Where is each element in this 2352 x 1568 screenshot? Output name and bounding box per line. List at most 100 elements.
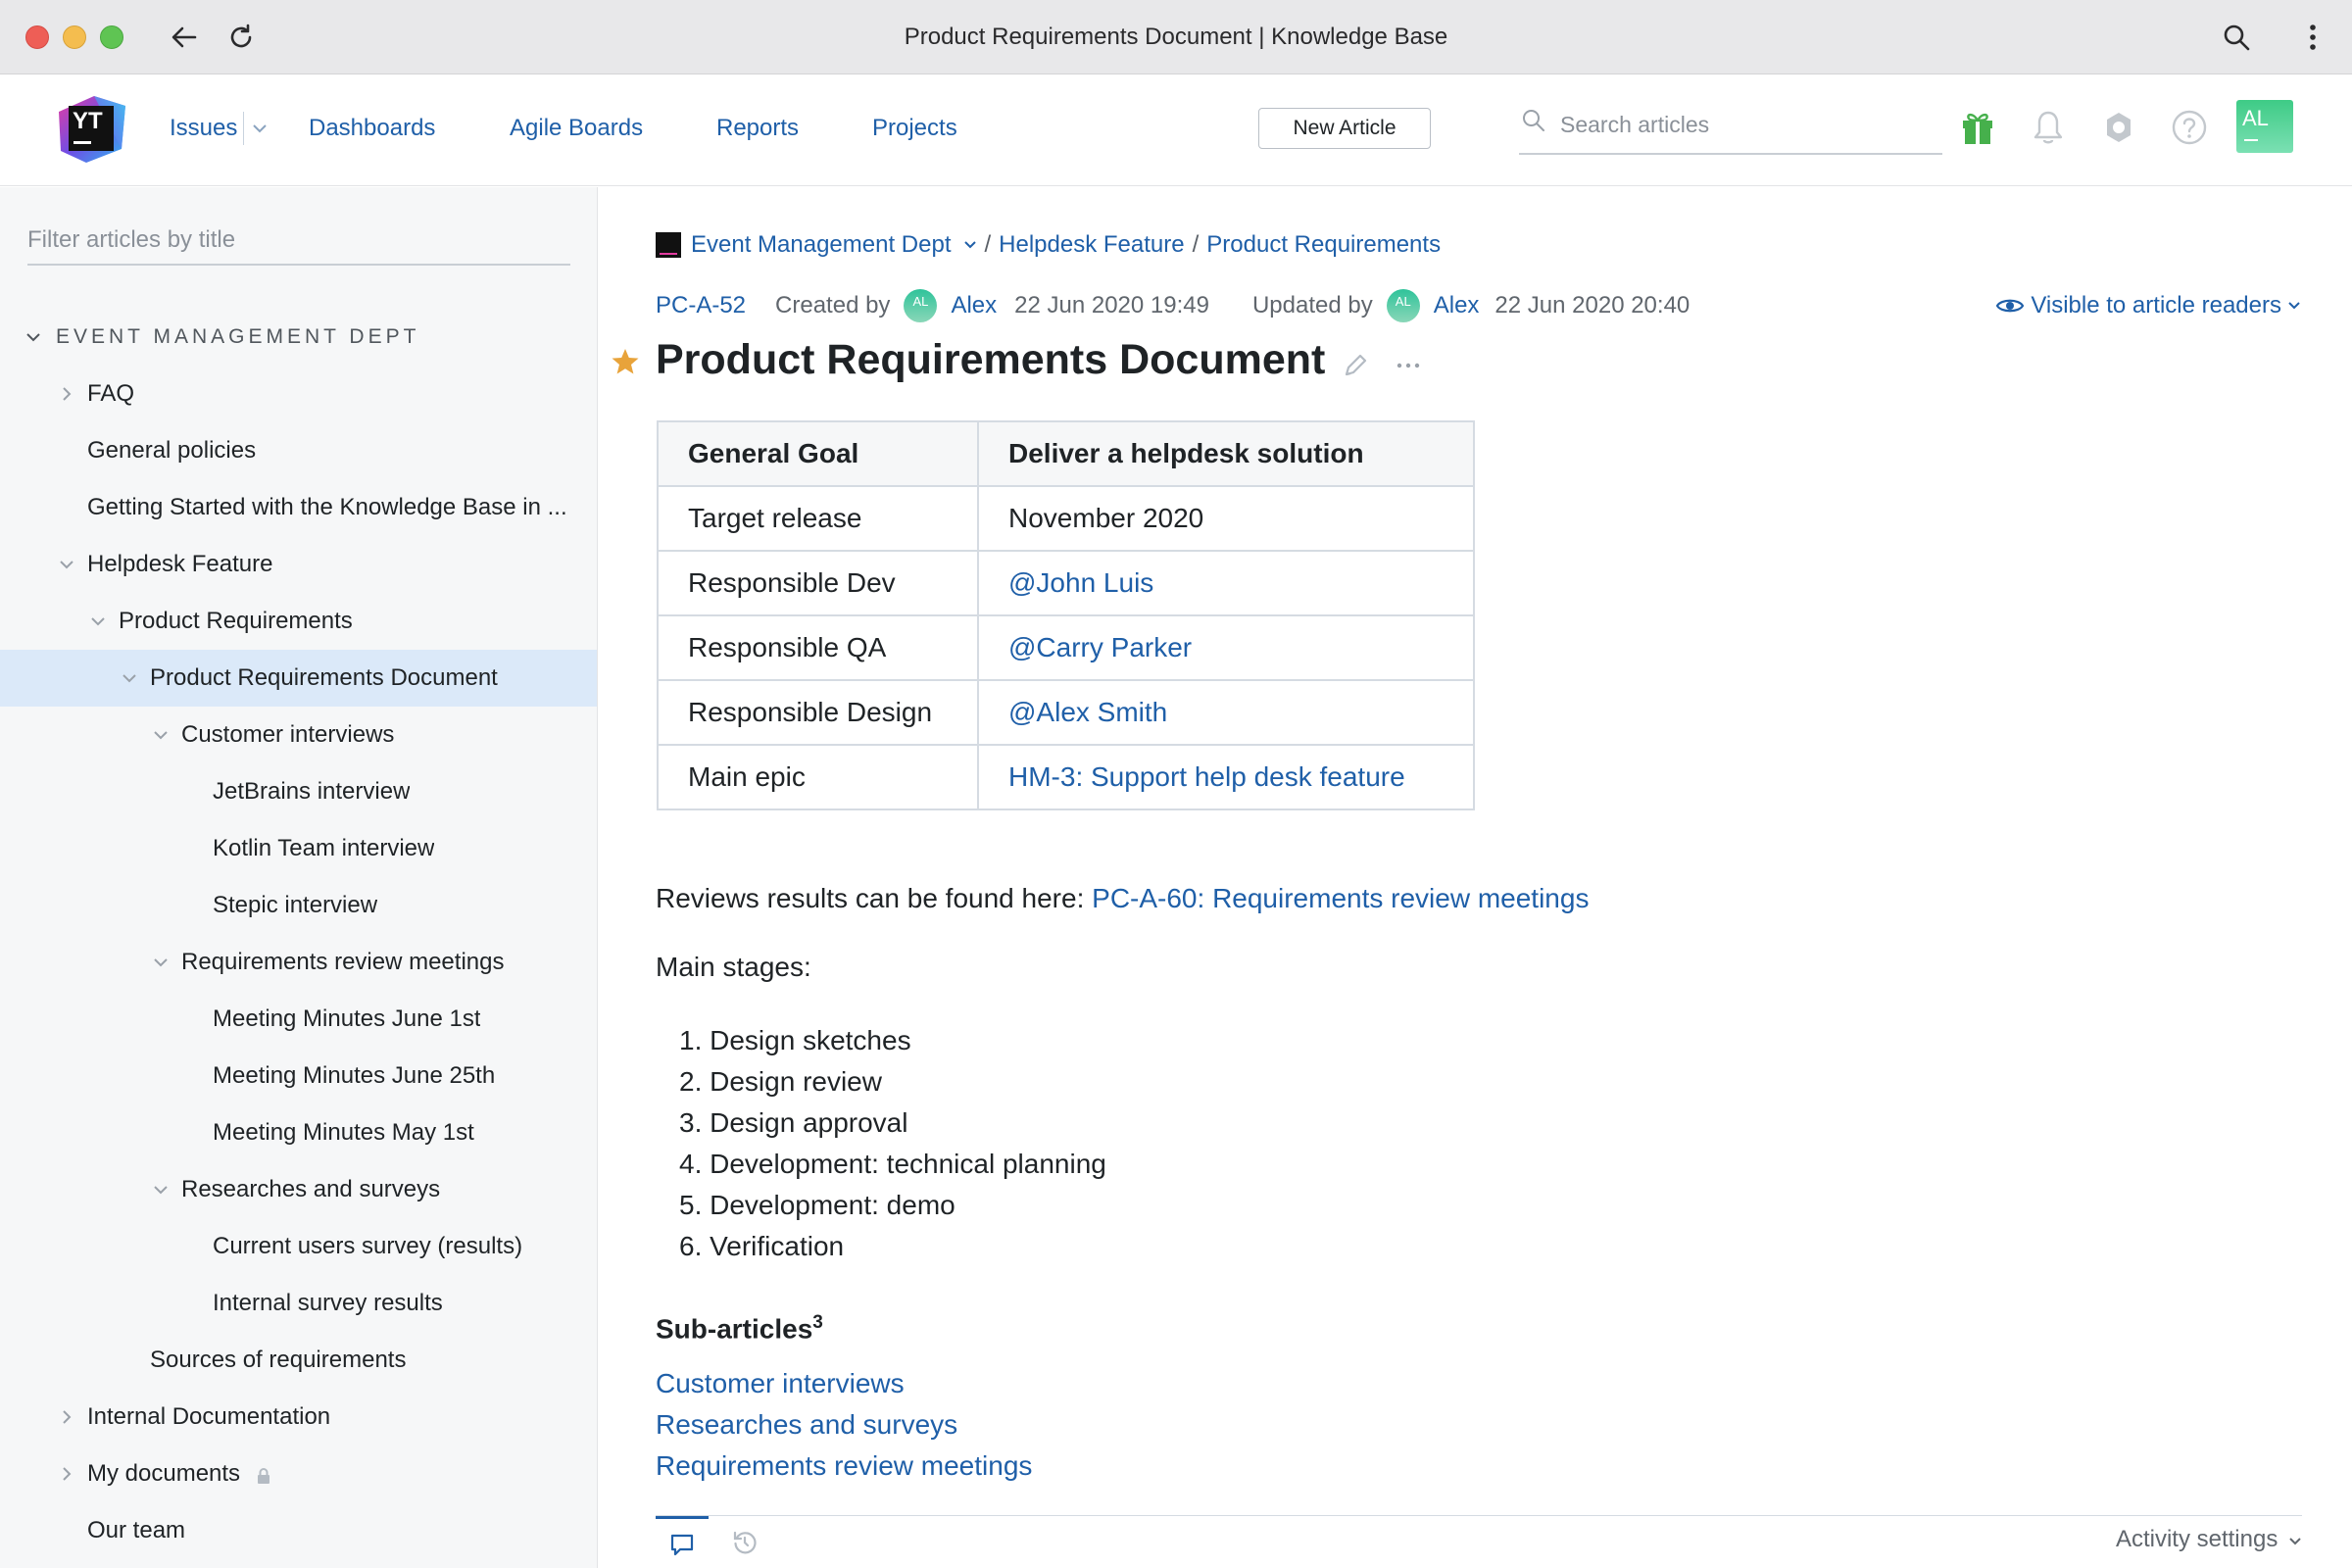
tree-item[interactable]: Getting Started with the Knowledge Base … xyxy=(0,479,597,536)
user-avatar[interactable]: AL xyxy=(2236,100,2293,153)
tree-item-label: Product Requirements xyxy=(119,608,353,634)
article-title: Product Requirements Document xyxy=(656,336,1326,383)
breadcrumb-project[interactable]: Event Management Dept xyxy=(691,231,952,259)
creator-name[interactable]: Alex xyxy=(951,292,997,319)
tree-item[interactable]: FAQ xyxy=(0,366,597,422)
whats-new-button[interactable] xyxy=(1954,104,2001,151)
nav-issues[interactable]: Issues xyxy=(170,114,237,143)
minimize-window-button[interactable] xyxy=(63,25,86,49)
tree-item[interactable]: Meeting Minutes June 25th xyxy=(0,1048,597,1104)
tree-item[interactable]: Kotlin Team interview xyxy=(0,820,597,877)
issue-link[interactable]: HM-3: Support help desk feature xyxy=(1008,761,1405,792)
tree-item[interactable]: General policies xyxy=(0,422,597,479)
visibility-dropdown[interactable]: Visible to article readers xyxy=(1995,289,2301,322)
table-header-cell: Deliver a helpdesk solution xyxy=(977,420,1475,487)
tree-item[interactable]: My documents xyxy=(0,1446,597,1502)
more-actions-button[interactable] xyxy=(1395,352,1422,384)
chevron-down-icon xyxy=(2288,302,2300,310)
chevron-right-icon[interactable] xyxy=(57,1407,76,1427)
chevron-down-icon[interactable] xyxy=(151,953,171,972)
close-window-button[interactable] xyxy=(25,25,49,49)
tab-comments[interactable] xyxy=(656,1516,709,1568)
subarticle-link[interactable]: Customer interviews xyxy=(656,1363,1032,1404)
comment-icon xyxy=(670,1534,694,1555)
filter-articles-input[interactable] xyxy=(27,222,570,258)
nav-projects[interactable]: Projects xyxy=(872,114,957,143)
article-id[interactable]: PC-A-52 xyxy=(656,292,746,319)
chevron-right-icon[interactable] xyxy=(57,384,76,404)
tree-item[interactable]: Meeting Minutes June 1st xyxy=(0,991,597,1048)
list-item: 6. Verification xyxy=(679,1231,845,1261)
pencil-icon xyxy=(1345,354,1367,376)
breadcrumb-parent[interactable]: Helpdesk Feature xyxy=(999,231,1184,259)
star-icon[interactable] xyxy=(611,347,640,381)
search-input[interactable] xyxy=(1560,108,1933,141)
updater-avatar: AL xyxy=(1386,289,1420,322)
browser-menu-button[interactable] xyxy=(2293,18,2332,57)
breadcrumb: Event Management Dept / Helpdesk Feature… xyxy=(656,228,1441,262)
creator-avatar: AL xyxy=(904,289,938,322)
table-cell-label: Responsible Dev xyxy=(657,550,979,616)
tree-item[interactable]: Product Requirements xyxy=(0,593,597,650)
notifications-button[interactable] xyxy=(2025,104,2072,151)
subarticles-heading: Sub-articles3 xyxy=(656,1312,823,1345)
articles-sidebar: EVENT MANAGEMENT DEPT FAQ General policies… xyxy=(0,187,598,1568)
tree-item[interactable]: Sources of requirements xyxy=(0,1332,597,1389)
administration-button[interactable] xyxy=(2095,104,2142,151)
chevron-right-icon[interactable] xyxy=(57,1464,76,1484)
list-item: 2. Design review xyxy=(679,1066,882,1097)
tab-history[interactable] xyxy=(718,1516,771,1568)
nav-reports[interactable]: Reports xyxy=(716,114,799,143)
reload-button[interactable] xyxy=(221,18,261,57)
chevron-down-icon[interactable] xyxy=(120,668,139,688)
chevron-down-icon[interactable] xyxy=(151,725,171,745)
activity-settings-dropdown[interactable]: Activity settings xyxy=(2116,1526,2302,1553)
tree-item[interactable]: Stepic interview xyxy=(0,877,597,934)
tree-item[interactable]: Customer interviews xyxy=(0,707,597,763)
arrow-left-icon xyxy=(172,26,197,48)
subarticles-count: 3 xyxy=(812,1312,823,1333)
edit-button[interactable] xyxy=(1342,352,1369,384)
tree-item[interactable]: Researches and surveys xyxy=(0,1161,597,1218)
tree-item[interactable]: Meeting Minutes May 1st xyxy=(0,1104,597,1161)
chevron-down-icon[interactable] xyxy=(57,555,76,574)
reviews-text: Reviews results can be found here: xyxy=(656,883,1085,913)
chevron-down-icon[interactable] xyxy=(88,612,108,631)
subarticle-link[interactable]: Requirements review meetings xyxy=(656,1446,1032,1487)
breadcrumb-current[interactable]: Product Requirements xyxy=(1206,231,1441,259)
tree-item[interactable]: JetBrains interview xyxy=(0,763,597,820)
mention-link[interactable]: @Alex Smith xyxy=(1008,697,1167,727)
nav-dashboards[interactable]: Dashboards xyxy=(309,114,435,143)
window-titlebar: Product Requirements Document | Knowledg… xyxy=(0,0,2352,74)
reload-icon xyxy=(230,24,252,48)
project-dropdown[interactable] xyxy=(963,240,977,250)
tree-item-label: Customer interviews xyxy=(181,721,395,748)
tree-item[interactable]: Internal Documentation xyxy=(0,1389,597,1446)
search-icon xyxy=(1521,108,1546,138)
zoom-window-button[interactable] xyxy=(100,25,123,49)
back-button[interactable] xyxy=(165,18,204,57)
find-button[interactable] xyxy=(2217,18,2256,57)
mention-link[interactable]: @Carry Parker xyxy=(1008,632,1192,662)
tree-item-selected[interactable]: Product Requirements Document xyxy=(0,650,597,707)
tree-item[interactable]: Requirements review meetings xyxy=(0,934,597,991)
tree-item[interactable]: Internal survey results xyxy=(0,1275,597,1332)
reviews-link[interactable]: PC-A-60: Requirements review meetings xyxy=(1092,883,1589,913)
tree-item[interactable]: Roadmap 2020 xyxy=(0,1559,597,1568)
nav-agile-boards[interactable]: Agile Boards xyxy=(510,114,643,143)
mention-link[interactable]: @John Luis xyxy=(1008,567,1153,598)
help-button[interactable] xyxy=(2166,104,2213,151)
chevron-down-icon[interactable] xyxy=(151,1180,171,1200)
article-tree: EVENT MANAGEMENT DEPT FAQ General policies… xyxy=(0,309,597,1568)
tree-item[interactable]: EVENT MANAGEMENT DEPT xyxy=(0,309,597,366)
tree-item[interactable]: Our team xyxy=(0,1502,597,1559)
table-row: Responsible QA @Carry Parker xyxy=(657,614,1475,681)
chevron-down-icon[interactable] xyxy=(24,327,43,347)
tree-item[interactable]: Helpdesk Feature xyxy=(0,536,597,593)
new-article-button[interactable]: New Article xyxy=(1258,108,1431,149)
updater-name[interactable]: Alex xyxy=(1434,292,1480,319)
subarticle-link[interactable]: Researches and surveys xyxy=(656,1404,1032,1446)
nav-issues-dropdown[interactable] xyxy=(243,112,268,145)
tree-item[interactable]: Current users survey (results) xyxy=(0,1218,597,1275)
youtrack-logo[interactable]: YT xyxy=(55,92,129,167)
